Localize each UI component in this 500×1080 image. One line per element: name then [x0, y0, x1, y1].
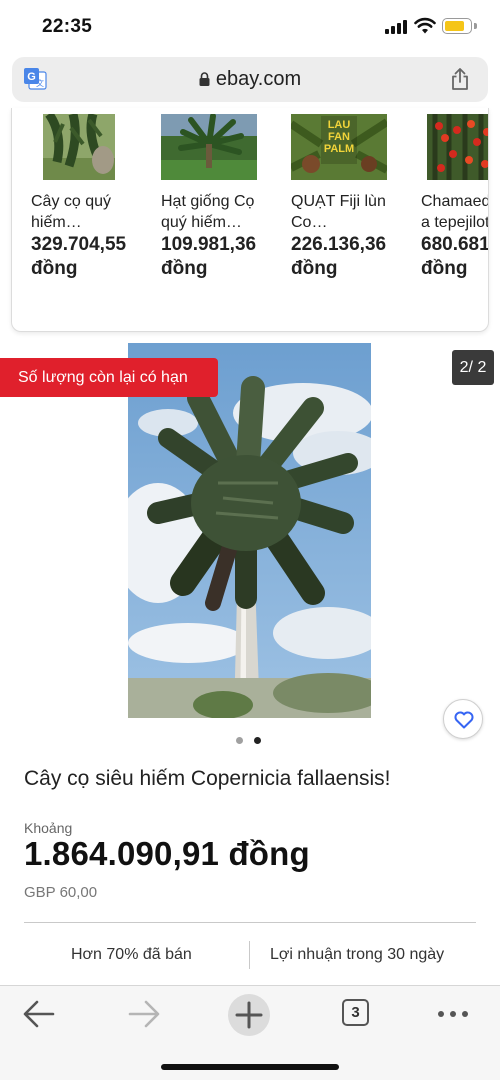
thumb-text-line: LAU: [328, 119, 351, 131]
product-image-gallery[interactable]: [0, 343, 500, 718]
url-text: ebay.com: [215, 68, 302, 90]
item-thumbnail[interactable]: [43, 114, 115, 180]
image-page-counter: 2/ 2: [452, 350, 494, 385]
home-indicator[interactable]: [161, 1064, 339, 1070]
share-icon[interactable]: [450, 67, 470, 91]
product-photo[interactable]: [128, 343, 371, 718]
returns-policy[interactable]: Lợi nhuận trong 30 ngày: [270, 946, 444, 964]
cellular-signal-icon: [385, 20, 407, 34]
item-highlights: Hơn 70% đã bán Lợi nhuận trong 30 ngày: [24, 941, 476, 971]
item-title[interactable]: Chamaed a tepejilot: [421, 191, 488, 233]
limited-quantity-badge: Số lượng còn lại có hạn: [0, 358, 218, 397]
heart-icon: [454, 711, 474, 729]
add-to-watchlist-button[interactable]: [443, 699, 483, 739]
divider: [249, 941, 250, 969]
divider: [24, 922, 476, 923]
new-tab-button[interactable]: [228, 994, 270, 1036]
pagination-dot[interactable]: [236, 737, 243, 744]
status-bar: 22:35: [0, 0, 500, 52]
tabs-button[interactable]: 3: [342, 999, 369, 1026]
item-thumbnail[interactable]: LAU FAN PALM: [291, 114, 387, 180]
similar-items-carousel[interactable]: Cây cọ quý hiếm… 329.704,55 đồng Hạt giố…: [11, 108, 489, 332]
status-time: 22:35: [42, 16, 93, 37]
address-bar[interactable]: G 文 ebay.com: [12, 57, 488, 102]
item-price: 329.704,55 đồng: [31, 234, 127, 279]
item-price: 680.681 đồng: [421, 234, 489, 279]
price-approx-label: Khoảng: [24, 820, 73, 836]
lock-icon: [199, 72, 210, 86]
product-price: 1.864.090,91 đồng: [24, 835, 310, 872]
plus-icon: [235, 1001, 263, 1029]
pagination-dot-active[interactable]: [254, 737, 261, 744]
item-title[interactable]: Cây cọ quý hiếm…: [31, 191, 156, 233]
back-arrow-icon[interactable]: [22, 996, 56, 1032]
item-price: 109.981,36 đồng: [161, 234, 257, 279]
original-currency-price: GBP 60,00: [24, 884, 98, 901]
item-title[interactable]: Hạt giống Cọ quý hiếm…: [161, 191, 286, 233]
battery-icon: [442, 18, 472, 34]
url-display[interactable]: ebay.com: [12, 68, 488, 91]
more-icon[interactable]: [436, 996, 470, 1032]
sold-percentage: Hơn 70% đã bán: [71, 946, 192, 963]
item-price: 226.136,36 đồng: [291, 234, 387, 279]
thumb-text-line: PALM: [324, 143, 354, 155]
thumb-text-line: FAN: [328, 131, 350, 143]
product-title: Cây cọ siêu hiếm Copernicia fallaensis!: [24, 767, 391, 790]
item-thumbnail[interactable]: [161, 114, 257, 180]
battery-tip: [474, 23, 477, 29]
item-thumbnail[interactable]: [427, 114, 488, 180]
item-title[interactable]: QUẠT Fiji lùn Co…: [291, 191, 416, 233]
wifi-icon: [414, 17, 436, 34]
forward-arrow-icon[interactable]: [127, 996, 161, 1032]
